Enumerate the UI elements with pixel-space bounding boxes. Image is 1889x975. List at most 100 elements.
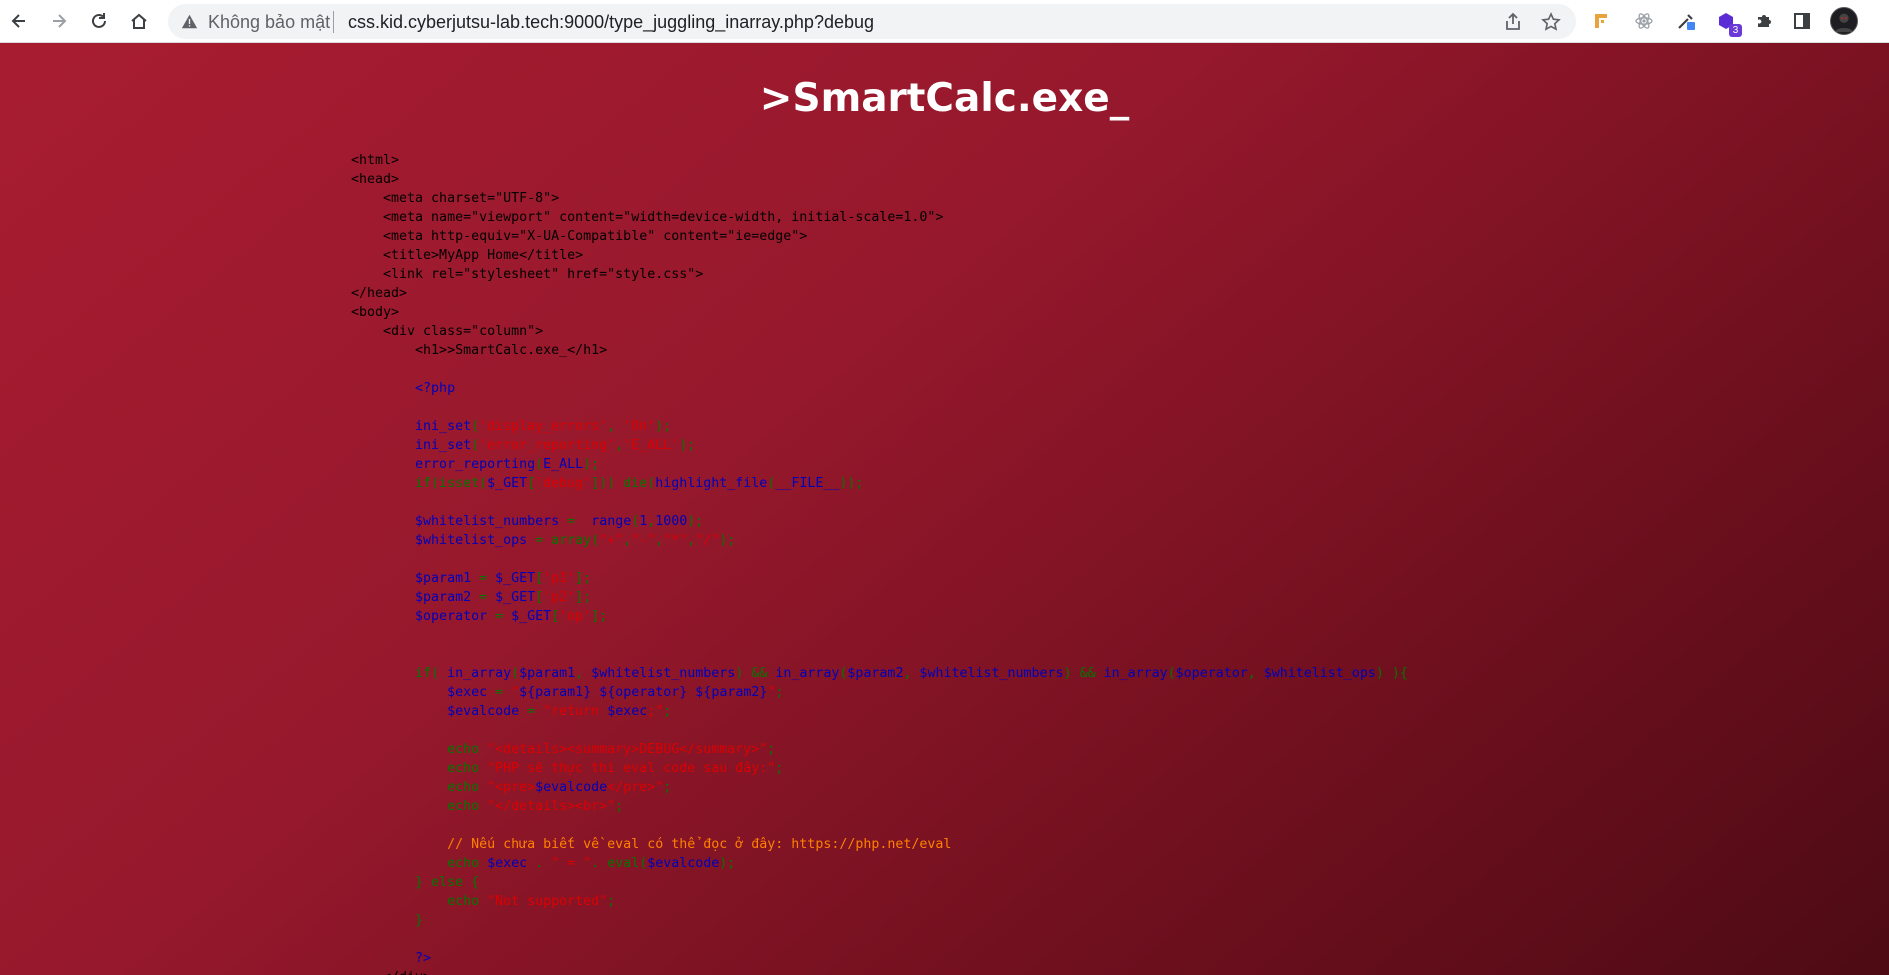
code-token: operator — [615, 685, 680, 700]
forward-icon — [53, 14, 67, 28]
code-line: <h1>>SmartCalc.exe_</h1> — [351, 341, 1408, 360]
code-token: in_array — [447, 666, 512, 681]
home-icon — [131, 13, 147, 29]
code-token: 'error_reporting' — [479, 438, 616, 453]
code-token: ])) die( — [591, 476, 656, 491]
code-line: <?php — [351, 379, 1408, 398]
code-token: [ — [527, 476, 536, 491]
share-icon[interactable] — [1503, 12, 1523, 32]
code-token: ]; — [575, 571, 592, 586]
react-devtools-icon[interactable] — [1632, 9, 1656, 33]
code-token: </div> — [351, 970, 431, 975]
code-token: $whitelist_numbers — [591, 666, 736, 681]
home-button[interactable] — [126, 8, 152, 34]
code-token: = — [527, 704, 544, 719]
code-line: ini_set('display_errors', 'On'); — [351, 417, 1408, 436]
code-token: "<details><summary>DEBUG</summary>" — [487, 742, 768, 757]
url-text[interactable]: css.kid.cyberjutsu-lab.tech:9000/type_ju… — [348, 12, 874, 33]
code-token: error_reporting — [351, 457, 536, 472]
code-line: $evalcode = "return $exec;"; — [351, 702, 1408, 721]
code-token: $whitelist_ops — [1263, 666, 1376, 681]
code-token: echo — [351, 761, 488, 776]
extension-badge-icon[interactable]: 3 — [1714, 9, 1742, 37]
code-line: $operator = $_GET['op']; — [351, 607, 1408, 626]
code-token: ; — [775, 761, 784, 776]
code-token: $whitelist_ops — [351, 533, 536, 548]
code-token: ini_set — [351, 419, 472, 434]
eyedropper-icon[interactable] — [1674, 9, 1698, 33]
code-line: echo $exec . " = ". eval($evalcode); — [351, 854, 1408, 873]
browser-toolbar: Không bảo mật css.kid.cyberjutsu-lab.tec… — [0, 0, 1889, 43]
code-token: $evalcode — [351, 704, 528, 719]
forward-button[interactable] — [46, 8, 72, 34]
code-line: <link rel="stylesheet" href="style.css"> — [351, 265, 1408, 284]
code-token: in_array — [775, 666, 840, 681]
code-line: ?> — [351, 949, 1408, 968]
security-label[interactable]: Không bảo mật — [208, 12, 330, 33]
code-token: "-" — [631, 533, 656, 548]
puzzle-icon[interactable] — [1752, 9, 1776, 33]
back-button[interactable] — [6, 8, 32, 34]
code-token: [ — [535, 571, 544, 586]
omnibox-divider — [333, 11, 334, 33]
code-token: <html> — [351, 153, 400, 168]
code-line: echo "PHP sẽ thực thi eval code sau đây:… — [351, 759, 1408, 778]
code-token: $exec — [487, 856, 536, 871]
code-line: $param1 = $_GET['p1']; — [351, 569, 1408, 588]
code-token: echo — [351, 799, 488, 814]
code-token: 'debug' — [535, 476, 592, 491]
reload-button[interactable] — [86, 8, 112, 34]
warning-icon[interactable] — [181, 13, 198, 30]
sidepanel-icon[interactable] — [1790, 9, 1814, 33]
code-token: if(isset( — [351, 476, 488, 491]
code-token: "Not supported" — [487, 894, 608, 909]
code-token: "return — [543, 704, 608, 719]
code-token: } — [351, 913, 424, 928]
code-token: <head> — [351, 172, 400, 187]
code-token: , — [1247, 666, 1264, 681]
code-line: if( in_array($param1, $whitelist_numbers… — [351, 664, 1408, 683]
code-token: range — [591, 514, 632, 529]
code-token: $_GET — [511, 609, 552, 624]
code-token: <title>MyApp Home</title> — [351, 248, 584, 263]
code-token: " = " — [551, 856, 592, 871]
star-icon[interactable] — [1541, 12, 1561, 32]
code-token: . — [535, 856, 552, 871]
code-token: if( — [351, 666, 448, 681]
code-token: ${ — [599, 685, 616, 700]
code-token: "/" — [695, 533, 720, 548]
code-token: ( — [535, 457, 544, 472]
avatar[interactable] — [1830, 7, 1858, 35]
code-token: <meta http-equiv="X-UA-Compatible" conte… — [351, 229, 808, 244]
code-line: } — [351, 911, 1408, 930]
page-content: >SmartCalc.exe_ <html> <head> <meta chars… — [0, 43, 1889, 975]
code-token: ;" — [647, 704, 664, 719]
code-token: </head> — [351, 286, 408, 301]
page-title: >SmartCalc.exe_ — [759, 76, 1130, 121]
code-token: = array( — [535, 533, 600, 548]
code-token: ; — [607, 894, 616, 909]
code-token: ${ — [519, 685, 536, 700]
code-line: </head> — [351, 284, 1408, 303]
back-icon — [11, 14, 25, 28]
code-token: 'p1' — [543, 571, 576, 586]
address-bar[interactable]: Không bảo mật css.kid.cyberjutsu-lab.tec… — [168, 4, 1576, 39]
code-token: ( — [471, 438, 480, 453]
code-token: } — [679, 685, 696, 700]
code-line: $param2 = $_GET['p2']; — [351, 588, 1408, 607]
code-token: param1 — [535, 685, 584, 700]
code-token: [ — [535, 590, 544, 605]
code-token: ) && — [1063, 666, 1104, 681]
code-token: ; — [775, 685, 784, 700]
code-token: = — [479, 571, 496, 586]
code-line: echo "<pre>$evalcode</pre>"; — [351, 778, 1408, 797]
extension-icon[interactable] — [1590, 9, 1614, 33]
code-token: ) && — [735, 666, 776, 681]
code-token: echo — [351, 856, 488, 871]
code-token: 'p2' — [543, 590, 576, 605]
code-line: // Nếu chưa biết về eval có thể đọc ở đâ… — [351, 835, 1408, 854]
